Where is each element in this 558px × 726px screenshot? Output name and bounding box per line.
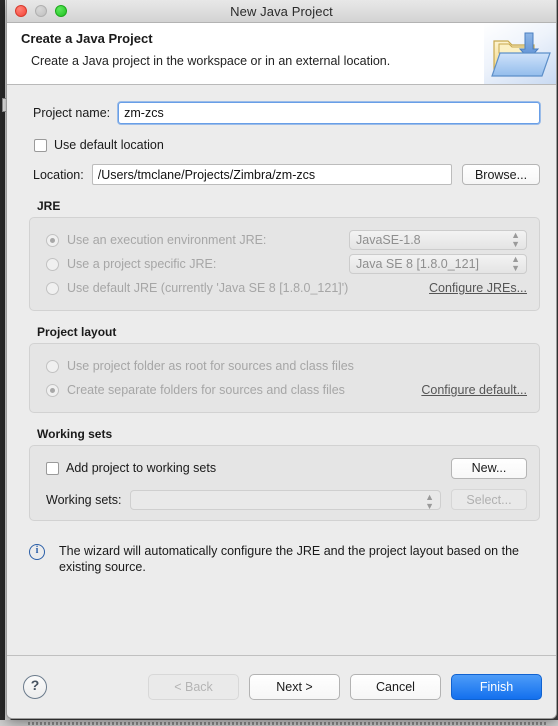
- minimize-button-icon[interactable]: [35, 5, 47, 17]
- project-name-row: Project name:: [7, 85, 556, 125]
- jre-execution-environment-combo[interactable]: JavaSE-1.8 ▲ ▼: [349, 230, 527, 250]
- project-name-input[interactable]: [117, 101, 541, 125]
- working-sets-combo[interactable]: ▲ ▼: [129, 489, 441, 511]
- chevron-updown-icon: ▲ ▼: [511, 254, 520, 273]
- use-default-location-checkbox[interactable]: [34, 138, 47, 152]
- project-layout-group: Project layout Use project folder as roo…: [29, 325, 540, 413]
- wizard-body: Project name: Use default location Locat…: [7, 85, 556, 655]
- layout-project-folder-root-radio[interactable]: [46, 359, 59, 373]
- info-circle-icon: i: [29, 544, 45, 560]
- zoom-button-icon[interactable]: [55, 5, 67, 17]
- jre-execution-environment-combo-value: JavaSE-1.8: [356, 233, 421, 247]
- cancel-button[interactable]: Cancel: [350, 674, 441, 700]
- wizard-header: Create a Java Project Create a Java proj…: [7, 23, 556, 85]
- layout-option-project-folder-root[interactable]: Use project folder as root for sources a…: [46, 354, 527, 378]
- jre-project-specific-combo[interactable]: Java SE 8 [1.8.0_121] ▲ ▼: [349, 254, 527, 274]
- jre-execution-environment-radio[interactable]: [46, 233, 59, 247]
- java-project-folder-icon: [484, 23, 556, 84]
- add-project-to-working-sets-row[interactable]: Add project to working sets New...: [46, 456, 527, 480]
- configure-jres-link[interactable]: Configure JREs...: [429, 281, 527, 295]
- dialog-footer: ? < Back Next > Cancel Finish: [7, 655, 556, 718]
- working-sets-group: Working sets Add project to working sets…: [29, 427, 540, 521]
- jre-project-specific-label: Use a project specific JRE:: [67, 257, 217, 271]
- use-default-location-row[interactable]: Use default location: [7, 124, 556, 152]
- project-layout-group-panel: Use project folder as root for sources a…: [29, 343, 540, 413]
- jre-option-project-specific[interactable]: Use a project specific JRE: Java SE 8 [1…: [46, 252, 527, 276]
- chevron-updown-icon: ▲ ▼: [425, 491, 434, 511]
- layout-project-folder-root-label: Use project folder as root for sources a…: [67, 359, 354, 373]
- location-label: Location:: [33, 167, 84, 182]
- working-sets-group-title: Working sets: [37, 427, 113, 441]
- page-title: Create a Java Project: [21, 31, 153, 46]
- layout-separate-folders-radio[interactable]: [46, 383, 59, 397]
- page-description: Create a Java project in the workspace o…: [31, 54, 391, 68]
- jre-group-panel: Use an execution environment JRE: JavaSE…: [29, 217, 540, 311]
- jre-option-default[interactable]: Use default JRE (currently 'Java SE 8 [1…: [46, 276, 527, 300]
- jre-default-label: Use default JRE (currently 'Java SE 8 [1…: [67, 281, 349, 295]
- new-java-project-dialog: New Java Project Create a Java Project C…: [6, 0, 557, 719]
- jre-project-specific-radio[interactable]: [46, 257, 59, 271]
- jre-group: JRE Use an execution environment JRE: Ja…: [29, 199, 540, 311]
- background-window-bottom: [0, 720, 558, 726]
- new-working-set-button[interactable]: New...: [451, 457, 527, 479]
- add-project-to-working-sets-label: Add project to working sets: [66, 461, 217, 475]
- jre-option-execution-environment[interactable]: Use an execution environment JRE: JavaSE…: [46, 228, 527, 252]
- location-row: Location: Browse...: [7, 152, 556, 185]
- help-button[interactable]: ?: [23, 675, 47, 699]
- titlebar: New Java Project: [7, 0, 556, 23]
- chevron-updown-icon: ▲ ▼: [511, 230, 520, 249]
- window-controls: [15, 5, 67, 17]
- jre-group-title: JRE: [37, 199, 61, 213]
- project-name-label: Project name:: [33, 106, 111, 120]
- next-button[interactable]: Next >: [249, 674, 340, 700]
- back-button[interactable]: < Back: [148, 674, 239, 700]
- working-sets-group-panel: Add project to working sets New... Worki…: [29, 445, 540, 521]
- select-working-sets-button[interactable]: Select...: [451, 489, 527, 510]
- project-layout-group-title: Project layout: [37, 325, 117, 339]
- working-sets-select-row: Working sets: ▲ ▼ Select...: [46, 489, 527, 510]
- configure-default-link[interactable]: Configure default...: [421, 383, 527, 397]
- browse-button[interactable]: Browse...: [462, 164, 540, 185]
- layout-option-separate-folders[interactable]: Create separate folders for sources and …: [46, 378, 527, 402]
- background-window-dots: [28, 722, 548, 725]
- use-default-location-label: Use default location: [54, 138, 164, 152]
- info-message-text: The wizard will automatically configure …: [59, 544, 519, 574]
- window-title: New Java Project: [230, 3, 333, 19]
- jre-execution-environment-label: Use an execution environment JRE:: [67, 233, 267, 247]
- jre-project-specific-combo-value: Java SE 8 [1.8.0_121]: [356, 257, 480, 271]
- location-input[interactable]: [91, 164, 452, 185]
- finish-button[interactable]: Finish: [451, 674, 542, 700]
- layout-separate-folders-label: Create separate folders for sources and …: [67, 383, 345, 397]
- add-project-to-working-sets-checkbox[interactable]: [46, 461, 59, 475]
- close-button-icon[interactable]: [15, 5, 27, 17]
- jre-default-radio[interactable]: [46, 281, 59, 295]
- info-message-row: i The wizard will automatically configur…: [29, 543, 536, 575]
- working-sets-label: Working sets:: [46, 492, 122, 507]
